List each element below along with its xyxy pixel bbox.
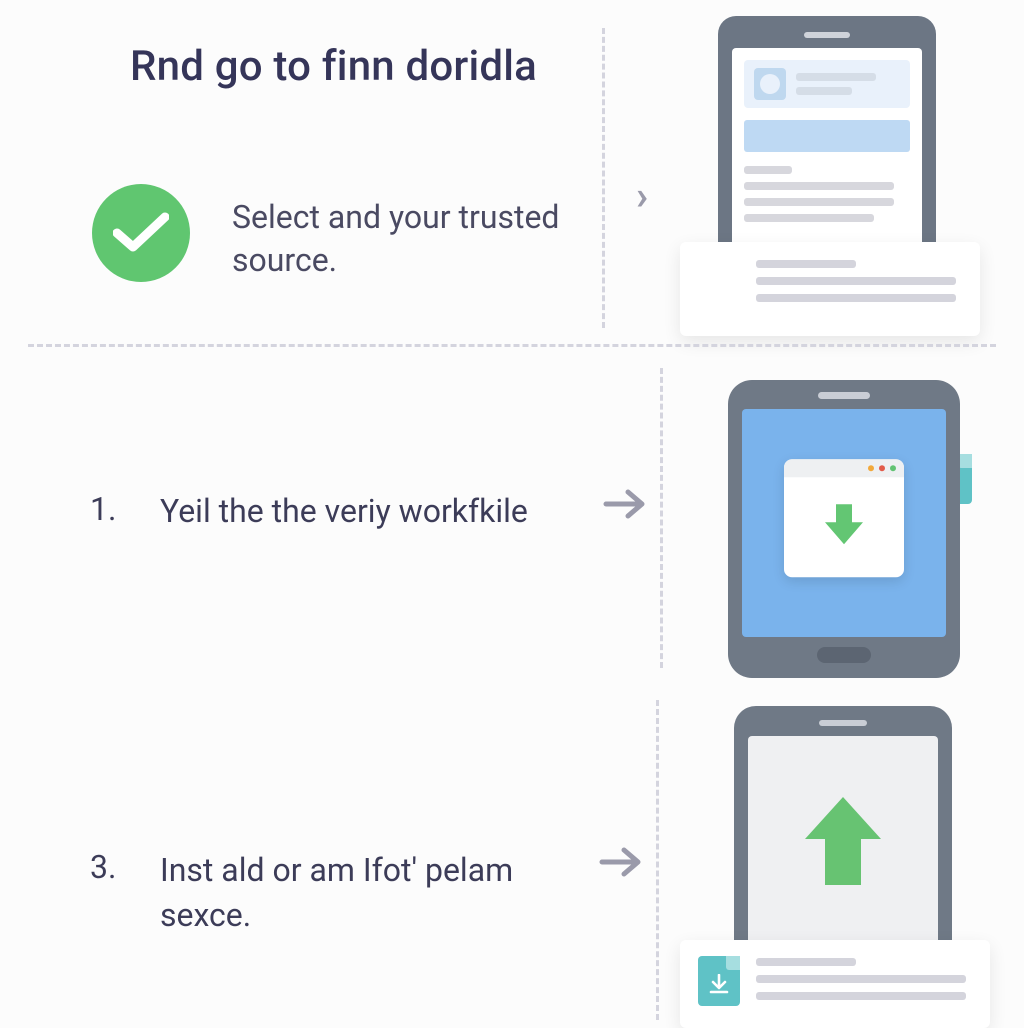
check-icon <box>92 184 190 282</box>
page-title: Rnd go to finn doridla <box>130 42 537 91</box>
download-window <box>784 459 904 577</box>
step-text: Inst ald or am Ifot' pelam sexce. <box>160 848 580 938</box>
chevron-right-icon: › <box>636 172 648 219</box>
file-download-icon <box>698 956 740 1006</box>
file-card <box>680 940 990 1028</box>
step-text: Yeil the the veriy workfkile <box>160 490 580 533</box>
vertical-divider <box>660 368 663 668</box>
vertical-divider <box>602 28 605 328</box>
step-3: 3. Inst ald or am Ifot' pelam sexce. <box>0 700 1024 1024</box>
step-intro: Rnd go to finn doridla Select and your t… <box>0 0 1024 330</box>
arrow-right-icon <box>598 846 644 878</box>
phone-illustration-download <box>728 380 960 680</box>
intro-subtitle: Select and your trusted source. <box>232 196 572 282</box>
step-number: 1. <box>90 490 116 528</box>
upload-arrow-icon <box>799 793 887 889</box>
file-card <box>680 242 980 336</box>
infographic-steps: Rnd go to finn doridla Select and your t… <box>0 0 1024 1024</box>
file-download-icon <box>698 258 740 308</box>
arrow-right-icon <box>602 488 648 520</box>
step-number: 3. <box>90 848 116 886</box>
horizontal-divider <box>28 344 996 347</box>
check-badge <box>92 184 190 282</box>
download-arrow-icon <box>821 500 867 550</box>
step-1: 1. Yeil the the veriy workfkile <box>0 360 1024 680</box>
avatar-icon <box>754 68 786 100</box>
vertical-divider <box>656 700 659 1020</box>
